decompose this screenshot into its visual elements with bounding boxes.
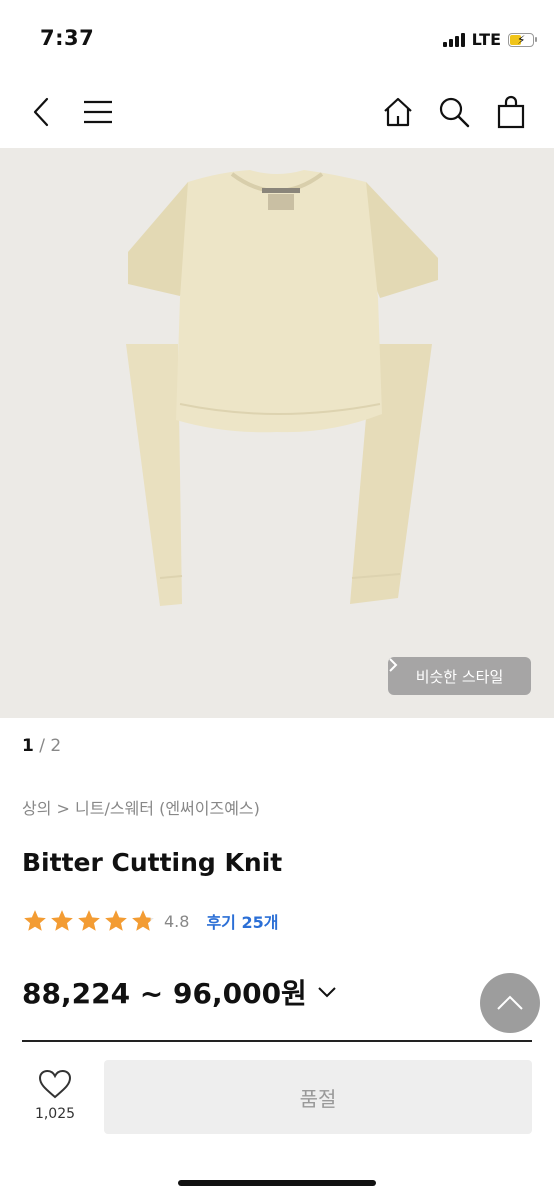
network-label: LTE	[471, 30, 501, 49]
status-time: 7:37	[40, 26, 95, 50]
pager-separator: /	[33, 736, 51, 756]
search-icon	[439, 97, 470, 128]
chevron-up-icon	[497, 995, 523, 1010]
product-image[interactable]: 비슷한 스타일	[0, 148, 554, 718]
price-text: 88,224 ~ 96,000원	[22, 977, 307, 1010]
star-rating	[22, 908, 156, 934]
cart-button[interactable]	[491, 92, 531, 132]
bottom-action-bar: 1,025 품절	[0, 1042, 554, 1200]
star-icon	[51, 910, 73, 931]
status-bar: 7:37 LTE ⚡	[0, 0, 554, 80]
back-button[interactable]	[22, 92, 62, 132]
product-photo-knit-sweater	[126, 170, 438, 606]
hamburger-icon	[84, 100, 112, 124]
pager-total: 2	[50, 736, 62, 756]
chevron-right-icon	[389, 658, 398, 672]
home-icon	[384, 97, 412, 127]
wishlist-count: 1,025	[34, 1106, 76, 1122]
similar-style-button[interactable]: 비슷한 스타일	[388, 657, 531, 695]
star-icon	[105, 910, 127, 931]
battery-icon: ⚡	[508, 32, 537, 47]
review-count-link[interactable]: 후기 25개	[206, 909, 278, 933]
star-icon	[78, 910, 100, 931]
heart-icon	[38, 1069, 72, 1099]
status-indicators: LTE ⚡	[442, 30, 537, 49]
search-button[interactable]	[434, 92, 474, 132]
breadcrumb[interactable]: 상의 > 니트/스웨터 (엔써이즈예스)	[22, 795, 260, 819]
scroll-top-button[interactable]	[480, 973, 540, 1033]
signal-icon	[442, 32, 465, 47]
nav-bar	[0, 80, 554, 146]
product-title: Bitter Cutting Knit	[22, 848, 283, 877]
chevron-left-icon	[33, 97, 49, 127]
wishlist-button[interactable]: 1,025	[22, 1068, 88, 1132]
rating-row: 4.8 후기 25개	[22, 908, 278, 934]
chevron-down-icon	[318, 987, 336, 998]
pager-current: 1	[22, 736, 34, 756]
menu-button[interactable]	[78, 92, 118, 132]
similar-style-label: 비슷한 스타일	[415, 667, 504, 686]
price-range[interactable]: 88,224 ~ 96,000원	[22, 972, 337, 1012]
home-indicator	[178, 1180, 376, 1186]
star-icon	[24, 910, 46, 931]
home-button[interactable]	[378, 92, 418, 132]
image-pager: 1 / 2	[22, 736, 61, 756]
rating-score: 4.8	[164, 911, 190, 931]
shopping-bag-icon	[497, 95, 525, 129]
star-half-icon	[132, 910, 154, 931]
soldout-button[interactable]: 품절	[104, 1060, 532, 1134]
